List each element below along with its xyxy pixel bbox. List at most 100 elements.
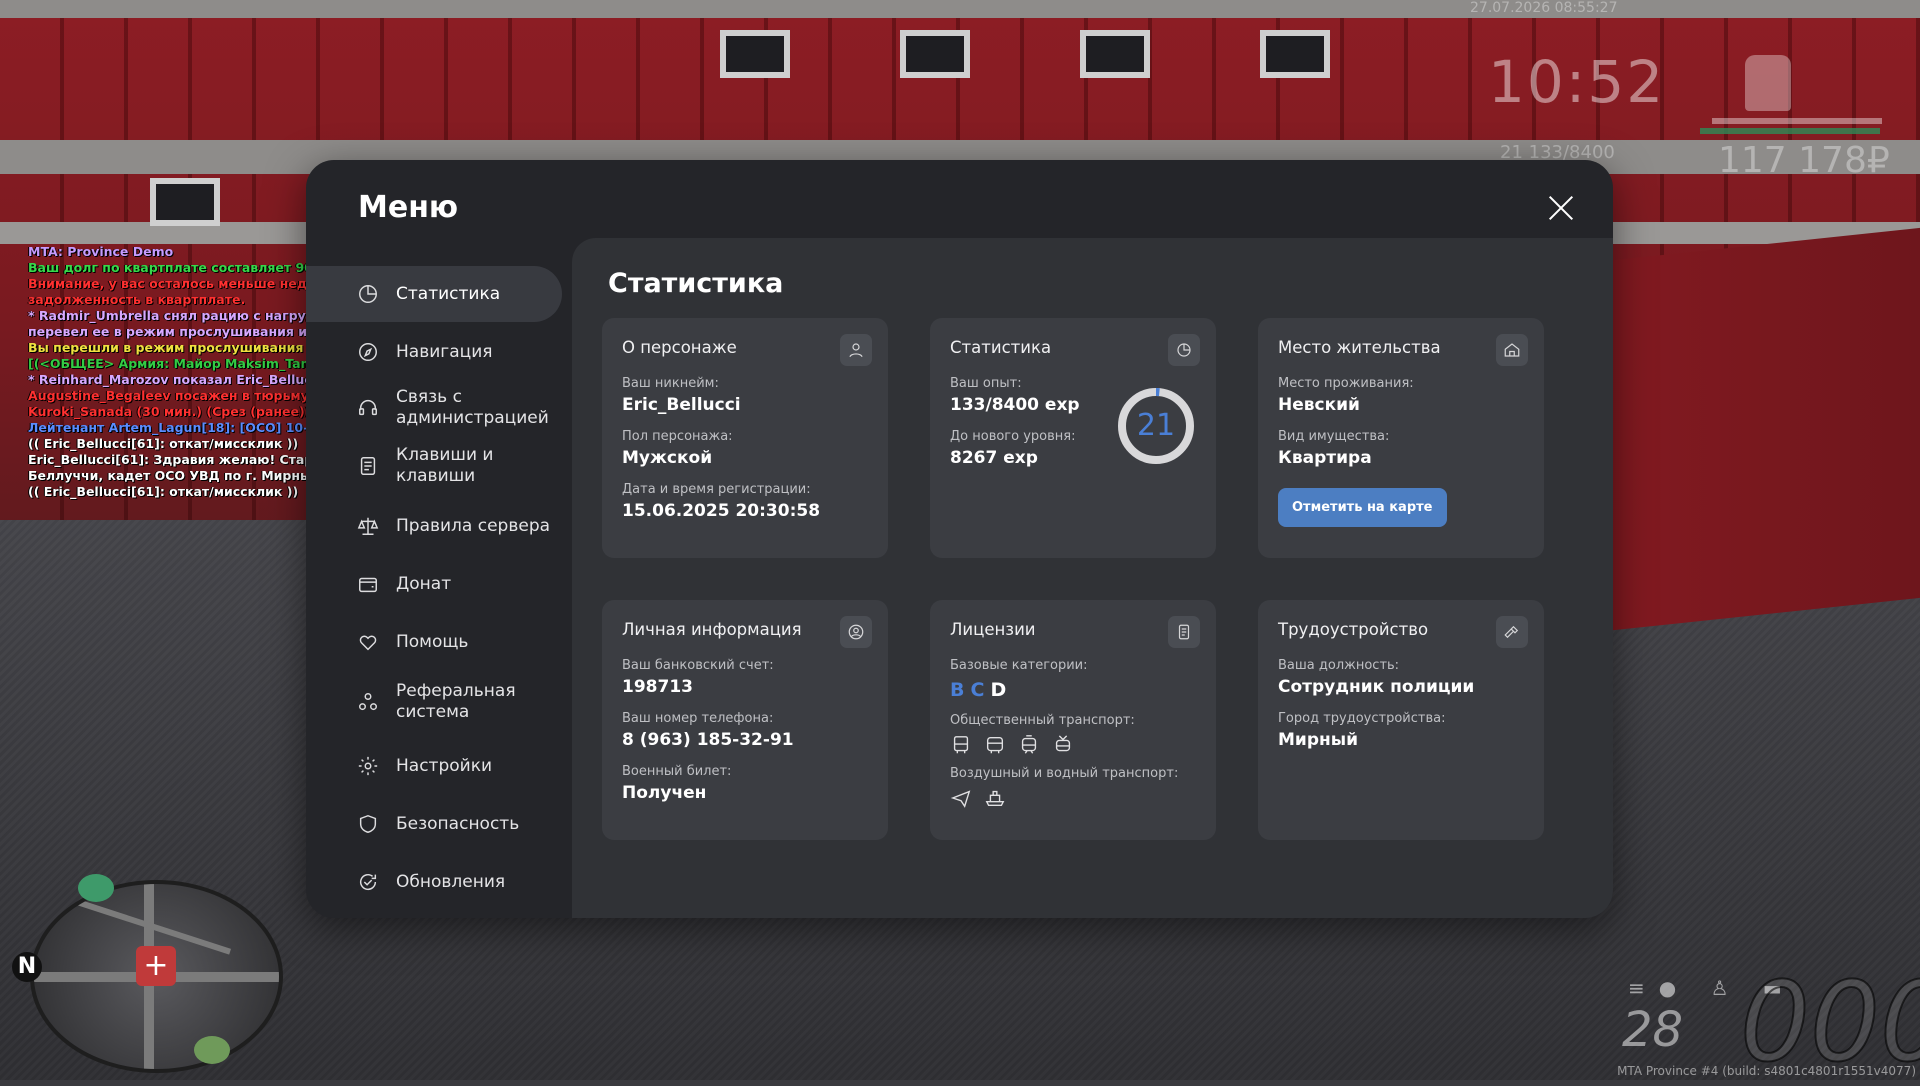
- content-panel: Статистика О персонаже Ваш никнейм: Eric…: [572, 238, 1613, 918]
- license-categories: BCD: [950, 679, 1196, 701]
- hud-clock: 10:52: [1488, 48, 1666, 116]
- card-title: Статистика: [950, 338, 1052, 357]
- licenses-card: Лицензии Базовые категории: BCD Обществе…: [930, 600, 1216, 840]
- window: [1260, 30, 1330, 78]
- hammer-icon: [1496, 616, 1528, 648]
- minimap: +: [30, 880, 283, 1073]
- window: [900, 30, 970, 78]
- level-progress-ring: 21: [1116, 386, 1196, 466]
- bus-icon: [950, 734, 972, 756]
- sidebar-item-label: Настройки: [396, 755, 493, 776]
- menu-window: Меню Статистика Навигация Связь с админи…: [306, 160, 1613, 918]
- registration-label: Дата и время регистрации:: [622, 482, 811, 497]
- property-type-value: Квартира: [1278, 448, 1372, 468]
- statistics-card: Статистика Ваш опыт: 133/8400 exp До нов…: [930, 318, 1216, 558]
- sidebar-item-label: Реферальная система: [396, 681, 516, 722]
- hud-armor-bar: [1712, 118, 1882, 124]
- sidebar-item-label: Обновления: [396, 871, 506, 892]
- sidebar-item-label: Безопасность: [396, 813, 520, 834]
- sidebar-item-security[interactable]: Безопасность: [306, 796, 562, 852]
- sidebar-item-label: Правила сервера: [396, 515, 551, 536]
- job-position-value: Сотрудник полиции: [1278, 677, 1475, 697]
- license-document-icon: [1168, 616, 1200, 648]
- sidebar-item-label: Навигация: [396, 341, 493, 362]
- house-icon: [1496, 334, 1528, 366]
- headset-icon: [356, 396, 380, 420]
- fist-icon: [1745, 55, 1791, 111]
- user-icon: [840, 334, 872, 366]
- sidebar-item-label: Помощь: [396, 631, 469, 652]
- registration-value: 15.06.2025 20:30:58: [622, 501, 821, 521]
- sidebar-item-keys[interactable]: Клавиши и клавиши: [306, 438, 562, 494]
- base-categories-label: Базовые категории:: [950, 658, 1088, 673]
- level-number: 21: [1136, 408, 1176, 443]
- hud-datetime: 27.07.2026 08:55:27: [1470, 0, 1618, 16]
- employment-card: Трудоустройство Ваша должность: Сотрудни…: [1258, 600, 1544, 840]
- bank-account-label: Ваш банковский счет:: [622, 658, 774, 673]
- heart-hand-icon: [356, 630, 380, 654]
- ship-icon: [984, 787, 1006, 809]
- public-transport-label: Общественный транспорт:: [950, 713, 1135, 728]
- gender-label: Пол персонажа:: [622, 429, 733, 444]
- trolleybus-icon: [1052, 734, 1074, 756]
- sidebar-item-label: Клавиши и клавиши: [396, 445, 494, 486]
- hud-health-bar: [1700, 128, 1880, 134]
- bank-account-value: 198713: [622, 677, 693, 697]
- public-transport-icons: [950, 734, 1196, 756]
- refresh-check-icon: [356, 870, 380, 894]
- people-icon: [356, 690, 380, 714]
- airplane-icon: [950, 787, 972, 809]
- air-water-transport-label: Воздушный и водный транспорт:: [950, 766, 1179, 781]
- sidebar-item-donate[interactable]: Донат: [306, 556, 562, 612]
- sidebar-item-settings[interactable]: Настройки: [306, 738, 562, 794]
- card-title: Трудоустройство: [1278, 620, 1429, 639]
- sidebar-item-updates[interactable]: Обновления: [306, 854, 562, 910]
- close-button[interactable]: [1545, 192, 1577, 224]
- wallet-icon: [356, 572, 380, 596]
- hud-fuel: 28: [1622, 1002, 1684, 1058]
- sidebar-item-label: Связь с администрацией: [396, 387, 549, 428]
- build-info: MTA Province #4 (build: s4801c4801r1551v…: [1617, 1064, 1916, 1078]
- sidebar-item-rules[interactable]: Правила сервера: [306, 498, 562, 554]
- phone-label: Ваш номер телефона:: [622, 711, 774, 726]
- card-title: Место жительства: [1278, 338, 1441, 357]
- pie-chart-icon: [1168, 334, 1200, 366]
- job-city-value: Мирный: [1278, 730, 1359, 750]
- license-category-d: D: [990, 679, 1013, 701]
- card-title: Лицензии: [950, 620, 1036, 639]
- window: [1080, 30, 1150, 78]
- profile-circle-icon: [840, 616, 872, 648]
- pie-chart-icon: [356, 282, 380, 306]
- gender-value: Мужской: [622, 448, 713, 468]
- license-category-b: B: [950, 679, 971, 701]
- hud-money: 117 178₽: [1718, 140, 1890, 181]
- sidebar-item-label: Донат: [396, 573, 452, 594]
- sidebar-item-admin-contact[interactable]: Связь с администрацией: [306, 380, 562, 436]
- military-id-value: Получен: [622, 783, 707, 803]
- scales-icon: [356, 514, 380, 538]
- sidebar-item-referral[interactable]: Реферальная система: [306, 672, 562, 732]
- residence-place-value: Невский: [1278, 395, 1360, 415]
- sidebar-item-navigation[interactable]: Навигация: [306, 324, 562, 380]
- personal-info-card: Личная информация Ваш банковский счет: 1…: [602, 600, 888, 840]
- car-icon: [78, 874, 114, 902]
- job-city-label: Город трудоустройства:: [1278, 711, 1446, 726]
- gear-icon: [356, 754, 380, 778]
- mark-on-map-button[interactable]: Отметить на карте: [1278, 488, 1447, 527]
- coach-icon: [984, 734, 1006, 756]
- tram-icon: [1018, 734, 1040, 756]
- sidebar-item-help[interactable]: Помощь: [306, 614, 562, 670]
- card-title: О персонаже: [622, 338, 737, 357]
- shield-icon: [356, 812, 380, 836]
- phone-value: 8 (963) 185-32-91: [622, 730, 794, 750]
- residence-card: Место жительства Место проживания: Невск…: [1258, 318, 1544, 558]
- military-id-label: Военный билет:: [622, 764, 732, 779]
- sidebar-item-statistics[interactable]: Статистика: [306, 266, 562, 322]
- window: [720, 30, 790, 78]
- wall-trim: [0, 0, 1920, 18]
- air-water-transport-icons: [950, 787, 1196, 809]
- hospital-icon: +: [136, 946, 176, 986]
- menu-title: Меню: [358, 190, 459, 225]
- property-type-label: Вид имущества:: [1278, 429, 1390, 444]
- compass-north: N: [12, 952, 42, 982]
